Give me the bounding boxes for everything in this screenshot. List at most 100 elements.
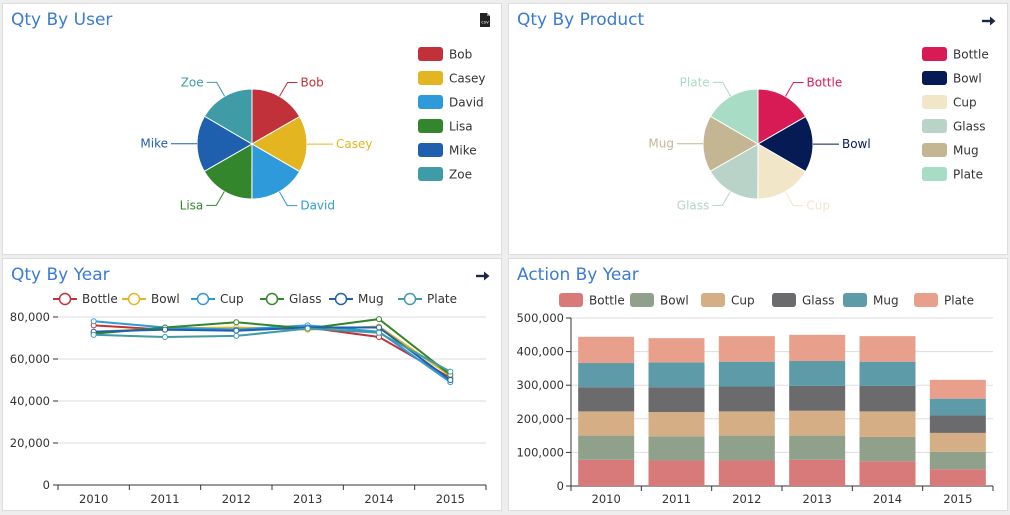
legend-swatch-plate	[922, 167, 947, 181]
legend-label-glass: Glass	[289, 292, 322, 306]
pie-label-line-cup	[784, 191, 804, 207]
pie-label-plate: Plate	[680, 75, 710, 89]
pie-label-bowl: Bowl	[842, 137, 871, 151]
legend-label-bottle: Bottle	[82, 292, 118, 306]
y-tick-label: 400,000	[516, 345, 564, 359]
legend-swatch-zoe	[418, 167, 443, 181]
bar-segment-plate-2011	[648, 338, 705, 363]
legend-swatch-bowl	[630, 293, 654, 307]
x-tick-label-2010: 2010	[79, 492, 108, 506]
bar-segment-bowl-2013	[789, 435, 846, 460]
pie-label-zoe: Zoe	[181, 75, 204, 89]
data-point-plate-2011	[162, 333, 168, 340]
pie-label-bottle: Bottle	[807, 76, 843, 90]
legend-label-zoe: Zoe	[449, 168, 472, 182]
legend-label-mug: Mug	[873, 294, 899, 308]
x-tick-label-2011: 2011	[150, 492, 179, 506]
legend-label-bowl: Bowl	[151, 292, 180, 306]
legend-swatch-david	[418, 95, 443, 109]
x-tick-label-2015: 2015	[943, 492, 972, 506]
y-tick-label: 40,000	[10, 394, 50, 408]
data-point-mug-2015	[447, 377, 454, 383]
legend-marker-plate	[403, 292, 417, 306]
bar-segment-glass-2014	[859, 385, 916, 412]
legend-label-cup: Cup	[731, 294, 755, 308]
legend-marker-glass	[265, 292, 279, 306]
bar-segment-glass-2010	[578, 387, 635, 412]
series-line-plate	[93, 327, 451, 373]
legend-swatch-cup	[922, 95, 947, 109]
legend-label-mug: Mug	[953, 144, 979, 158]
x-tick-label-2013: 2013	[293, 492, 322, 506]
legend-label-cup: Cup	[220, 292, 244, 306]
pie-label-line-glass	[712, 191, 731, 206]
pie-label-casey: Casey	[336, 137, 372, 151]
legend-label-cup: Cup	[953, 96, 977, 110]
legend-label-lisa: Lisa	[449, 120, 473, 134]
bar-segment-plate-2010	[578, 336, 635, 364]
data-point-plate-2012	[233, 332, 240, 339]
bar-segment-mug-2014	[859, 361, 916, 386]
qty-by-year-panel: Qty By Year 0 20,000 40,000 60,000 80,000 201…	[2, 258, 502, 511]
legend-label-mug: Mug	[358, 292, 384, 306]
legend-swatch-cup	[701, 293, 725, 307]
legend-label-glass: Glass	[802, 294, 835, 308]
legend-label-glass: Glass	[953, 120, 986, 134]
bar-segment-bottle-2010	[578, 459, 635, 486]
bar-segment-bottle-2015	[929, 469, 986, 486]
pie-label-line-david	[278, 191, 298, 207]
bar-segment-plate-2012	[718, 336, 775, 362]
y-tick-label: 300,000	[516, 378, 564, 392]
x-tick-label-2014: 2014	[873, 492, 902, 506]
legend-marker-mug	[334, 292, 348, 306]
x-tick-label-2011: 2011	[662, 492, 691, 506]
legend-swatch-bowl	[922, 71, 947, 85]
pie-label-david: David	[300, 199, 335, 213]
data-point-mug-2012	[233, 327, 240, 334]
legend-marker-cup	[196, 292, 210, 306]
bar-segment-mug-2012	[718, 361, 775, 387]
legend-label-casey: Casey	[449, 72, 485, 86]
pie-label-cup: Cup	[806, 199, 830, 213]
pie-label-line-bob	[279, 82, 298, 97]
legend-label-plate: Plate	[944, 294, 974, 308]
pie-label-lisa: Lisa	[180, 198, 204, 212]
series-line-mug	[93, 326, 451, 381]
legend-swatch-glass	[772, 293, 796, 307]
data-point-plate-2014	[376, 329, 382, 336]
y-tick-label: 100,000	[516, 445, 564, 459]
bar-segment-plate-2015	[929, 379, 986, 399]
pie-label-line-bottle	[785, 82, 804, 97]
bar-segment-glass-2012	[718, 386, 775, 412]
legend-swatch-mug	[922, 143, 947, 157]
bar-segment-cup-2011	[648, 412, 705, 437]
x-tick-label-2012: 2012	[732, 492, 761, 506]
action-by-year-stacked-bar-chart: 0 100,000 200,000 300,000 400,000 500,000 2010…	[516, 293, 994, 506]
data-point-glass-2014	[376, 316, 382, 323]
legend-label-bowl: Bowl	[953, 72, 982, 86]
x-tick-label-2010: 2010	[592, 492, 621, 506]
bar-segment-cup-2013	[789, 410, 846, 436]
x-tick-label-2014: 2014	[364, 492, 393, 506]
data-point-mug-2014	[376, 324, 382, 331]
bar-segment-mug-2011	[648, 362, 705, 388]
y-tick-label: 500,000	[516, 311, 564, 325]
x-tick-label-2015: 2015	[436, 492, 465, 506]
y-tick-label: 0	[43, 478, 50, 492]
legend-label-bob: Bob	[449, 48, 472, 62]
data-point-plate-2010	[90, 331, 97, 338]
y-tick-label: 60,000	[10, 352, 50, 366]
bar-segment-cup-2015	[929, 432, 986, 452]
legend-swatch-plate	[914, 293, 938, 307]
pie-label-mike: Mike	[140, 137, 168, 151]
legend-label-bowl: Bowl	[660, 294, 689, 308]
qty-by-product-panel: Qty By Product Bottle Bottle Bowl Bowl Cup Cu…	[508, 3, 1008, 255]
x-tick-label-2012: 2012	[222, 492, 251, 506]
bar-segment-bottle-2012	[718, 460, 775, 486]
data-point-plate-2015	[447, 368, 454, 375]
pie-label-line-lisa	[206, 191, 225, 206]
bar-segment-cup-2010	[578, 411, 635, 436]
data-point-plate-2013	[304, 325, 311, 332]
x-tick-label-2013: 2013	[803, 492, 832, 506]
qty-by-user-pie-chart: Bob Bob Casey Casey David David Lisa Lisa Mike Mi…	[140, 47, 485, 213]
